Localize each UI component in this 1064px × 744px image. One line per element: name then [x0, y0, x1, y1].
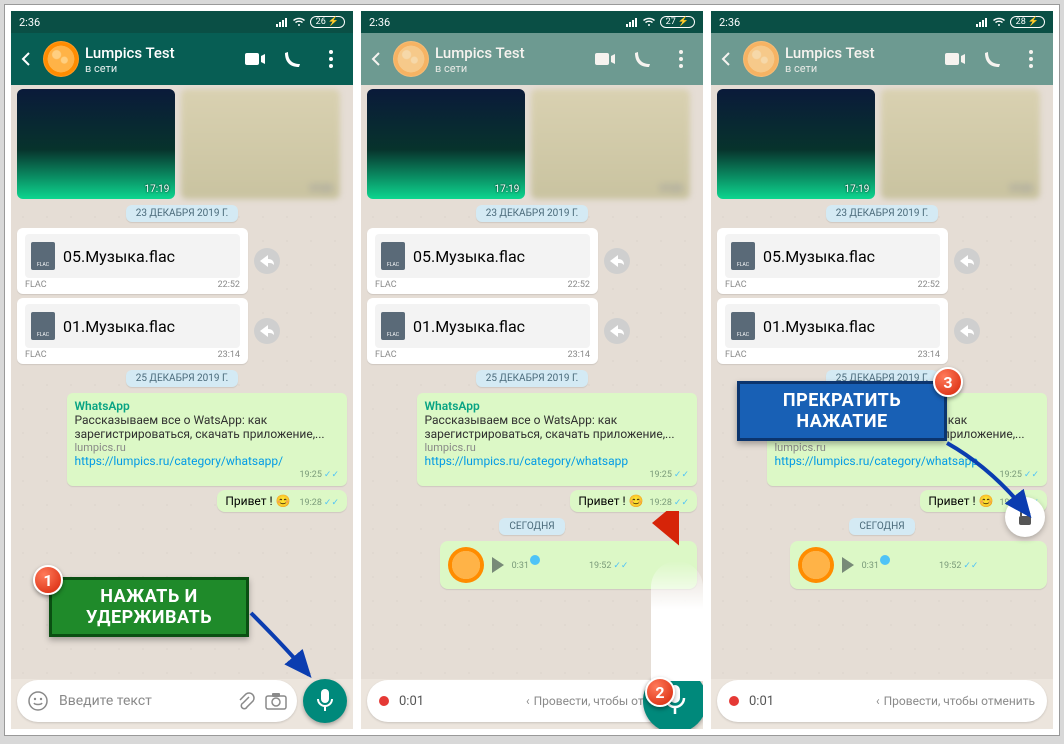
phone-screenshot-3: 2:36 28⚡ Lumpics Testв сети 17:1917:21 2…	[711, 11, 1053, 729]
back-icon[interactable]	[367, 49, 387, 69]
wifi-icon	[642, 17, 656, 27]
forward-button[interactable]	[604, 248, 630, 274]
status-time: 2:36	[19, 16, 40, 29]
battery-indicator: 27⚡	[660, 16, 695, 28]
file-message[interactable]: 01.Музыка.flacFLAC23:14	[717, 298, 948, 364]
camera-icon[interactable]	[265, 692, 287, 710]
rec-time: 0:01	[749, 694, 774, 709]
chat-header: Lumpics Testв сети	[711, 33, 1053, 85]
signal-icon	[976, 17, 988, 27]
file-message[interactable]: 05.Музыка.flacFLAC22:52	[717, 228, 948, 294]
message-link[interactable]: https://lumpics.ru/category/whatsapp/	[75, 454, 340, 468]
avatar	[448, 547, 484, 583]
status-time: 2:36	[719, 16, 740, 29]
rec-dot-icon	[379, 696, 389, 706]
status-time: 2:36	[369, 16, 390, 29]
recording-bar: 0:01 ‹ Провести, чтобы отменить	[711, 679, 1053, 729]
file-icon	[31, 312, 55, 340]
more-icon[interactable]	[671, 49, 691, 69]
input-placeholder: Введите текст	[59, 693, 225, 709]
signal-icon	[276, 17, 288, 27]
back-icon[interactable]	[717, 49, 737, 69]
forward-button[interactable]	[954, 318, 980, 344]
file-message[interactable]: 05.Музыка.flac FLAC22:52	[17, 228, 248, 294]
call-icon[interactable]	[983, 49, 1003, 69]
link-message[interactable]: WhatsApp Рассказываем все о WatsApp: как…	[417, 393, 698, 486]
phone-screenshot-1: 2:36 26⚡ Lumpics Test в сети	[11, 11, 353, 729]
signal-icon	[626, 17, 638, 27]
annotation-arrow-up	[649, 511, 679, 691]
chat-header: Lumpics Test в сети	[11, 33, 353, 85]
more-icon[interactable]	[321, 49, 341, 69]
recording-indicator: 0:01 ‹ Провести, чтобы отменить	[717, 680, 1047, 722]
phone-screenshot-2: 2:36 27⚡ Lumpics Testв сети 17:1917:21 2…	[361, 11, 703, 729]
contact-status: в сети	[85, 62, 175, 75]
text-message[interactable]: Привет ! 😊 19:28✓✓	[217, 490, 347, 512]
media-thumbnail[interactable]: 17:19	[367, 89, 525, 199]
date-separator: 23 ДЕКАБРЯ 2019 Г.	[476, 205, 589, 222]
media-thumbnail[interactable]: 17:21	[881, 89, 1039, 199]
header-title-block[interactable]: Lumpics Test в сети	[85, 44, 175, 75]
rec-time: 0:01	[399, 694, 424, 709]
avatar[interactable]	[43, 41, 79, 77]
annotation-callout-1: НАЖАТЬ ИУДЕРЖИВАТЬ	[49, 577, 249, 637]
avatar	[798, 547, 834, 583]
file-icon	[31, 242, 55, 270]
contact-name: Lumpics Test	[85, 44, 175, 62]
date-separator: 25 ДЕКАБРЯ 2019 Г.	[126, 370, 239, 387]
date-separator: 23 ДЕКАБРЯ 2019 Г.	[826, 205, 939, 222]
status-bar: 2:36 28⚡	[711, 11, 1053, 33]
avatar[interactable]	[393, 41, 429, 77]
annotation-badge-2: 2	[645, 677, 675, 707]
media-thumbnail[interactable]: 17:19	[17, 89, 175, 199]
annotation-badge-3: 3	[933, 367, 963, 397]
slide-to-cancel[interactable]: ‹ Провести, чтобы отменить	[876, 694, 1035, 708]
link-message[interactable]: WhatsApp Рассказываем все о WatsApp: как…	[67, 393, 348, 486]
back-icon[interactable]	[17, 49, 37, 69]
date-separator: СЕГОДНЯ	[499, 518, 564, 535]
media-thumbnail[interactable]: 17:21	[531, 89, 689, 199]
annotation-arrow	[943, 439, 1043, 529]
text-message[interactable]: Привет ! 😊19:28✓✓	[570, 490, 697, 512]
chat-header: Lumpics Testв сети	[361, 33, 703, 85]
attach-icon[interactable]	[235, 691, 255, 711]
file-name: 05.Музыка.flac	[63, 247, 175, 266]
annotation-callout-3: ПРЕКРАТИТЬНАЖАТИЕ	[737, 381, 947, 441]
status-bar: 2:36 26⚡	[11, 11, 353, 33]
forward-button[interactable]	[254, 248, 280, 274]
videocall-icon[interactable]	[245, 49, 265, 69]
emoji-icon[interactable]	[27, 690, 49, 712]
forward-button[interactable]	[604, 318, 630, 344]
avatar[interactable]	[743, 41, 779, 77]
file-message[interactable]: 05.Музыка.flacFLAC22:52	[367, 228, 598, 294]
status-bar: 2:36 27⚡	[361, 11, 703, 33]
videocall-icon[interactable]	[945, 49, 965, 69]
more-icon[interactable]	[1021, 49, 1041, 69]
videocall-icon[interactable]	[595, 49, 615, 69]
rec-dot-icon	[729, 696, 739, 706]
media-thumbnail[interactable]: 17:19	[717, 89, 875, 199]
wifi-icon	[292, 17, 306, 27]
forward-button[interactable]	[954, 248, 980, 274]
voice-message[interactable]: 0:3119:52✓✓	[790, 541, 1047, 589]
play-icon[interactable]	[842, 557, 854, 573]
battery-indicator: 26⚡	[310, 16, 345, 28]
date-separator: 25 ДЕКАБРЯ 2019 Г.	[476, 370, 589, 387]
file-name: 01.Музыка.flac	[63, 317, 175, 336]
forward-button[interactable]	[254, 318, 280, 344]
media-thumbnail[interactable]: 17:21	[181, 89, 339, 199]
media-row: 17:19 17:21	[17, 89, 347, 199]
battery-indicator: 28⚡	[1010, 16, 1045, 28]
call-icon[interactable]	[633, 49, 653, 69]
file-message[interactable]: 01.Музыка.flac FLAC23:14	[17, 298, 248, 364]
date-separator: СЕГОДНЯ	[849, 518, 914, 535]
wifi-icon	[992, 17, 1006, 27]
play-icon[interactable]	[492, 557, 504, 573]
call-icon[interactable]	[283, 49, 303, 69]
annotation-arrow	[247, 609, 327, 689]
annotation-badge-1: 1	[33, 565, 63, 595]
file-message[interactable]: 01.Музыка.flacFLAC23:14	[367, 298, 598, 364]
date-separator: 23 ДЕКАБРЯ 2019 Г.	[126, 205, 239, 222]
